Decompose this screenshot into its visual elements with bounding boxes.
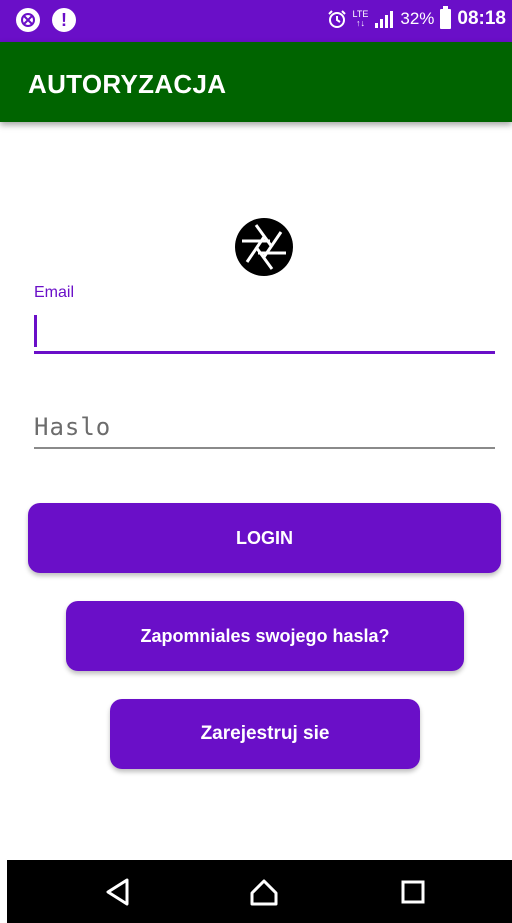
status-bar: ! LTE ↑↓ 32% 08:18 xyxy=(0,0,512,42)
battery-percent: 32% xyxy=(400,9,435,28)
password-field[interactable] xyxy=(34,407,495,449)
clock: 08:18 xyxy=(457,8,506,29)
alert-icon: ! xyxy=(52,8,76,32)
alarm-icon xyxy=(327,10,346,28)
home-icon[interactable] xyxy=(249,877,279,907)
battery-icon xyxy=(440,6,452,29)
camera-aperture-icon xyxy=(235,218,293,276)
register-button[interactable]: Zarejestruj sie xyxy=(110,699,420,769)
app-bar: AUTORYZACJA xyxy=(0,42,512,122)
navigation-bar xyxy=(7,860,512,923)
email-label: Email xyxy=(34,284,75,301)
forgot-password-button[interactable]: Zapomniales swojego hasla? xyxy=(66,601,464,671)
network-label: LTE xyxy=(352,9,369,19)
network-indicator: LTE ↑↓ xyxy=(352,9,369,28)
status-left: ! xyxy=(16,8,76,32)
back-icon[interactable] xyxy=(103,877,133,907)
status-right: LTE ↑↓ 32% 08:18 xyxy=(327,6,506,30)
recents-icon[interactable] xyxy=(398,877,428,907)
email-field[interactable] xyxy=(34,310,495,354)
antivirus-icon xyxy=(16,8,40,32)
signal-icon xyxy=(375,11,394,28)
page-title: AUTORYZACJA xyxy=(28,69,227,99)
login-button[interactable]: LOGIN xyxy=(28,503,501,573)
text-cursor xyxy=(34,315,37,347)
